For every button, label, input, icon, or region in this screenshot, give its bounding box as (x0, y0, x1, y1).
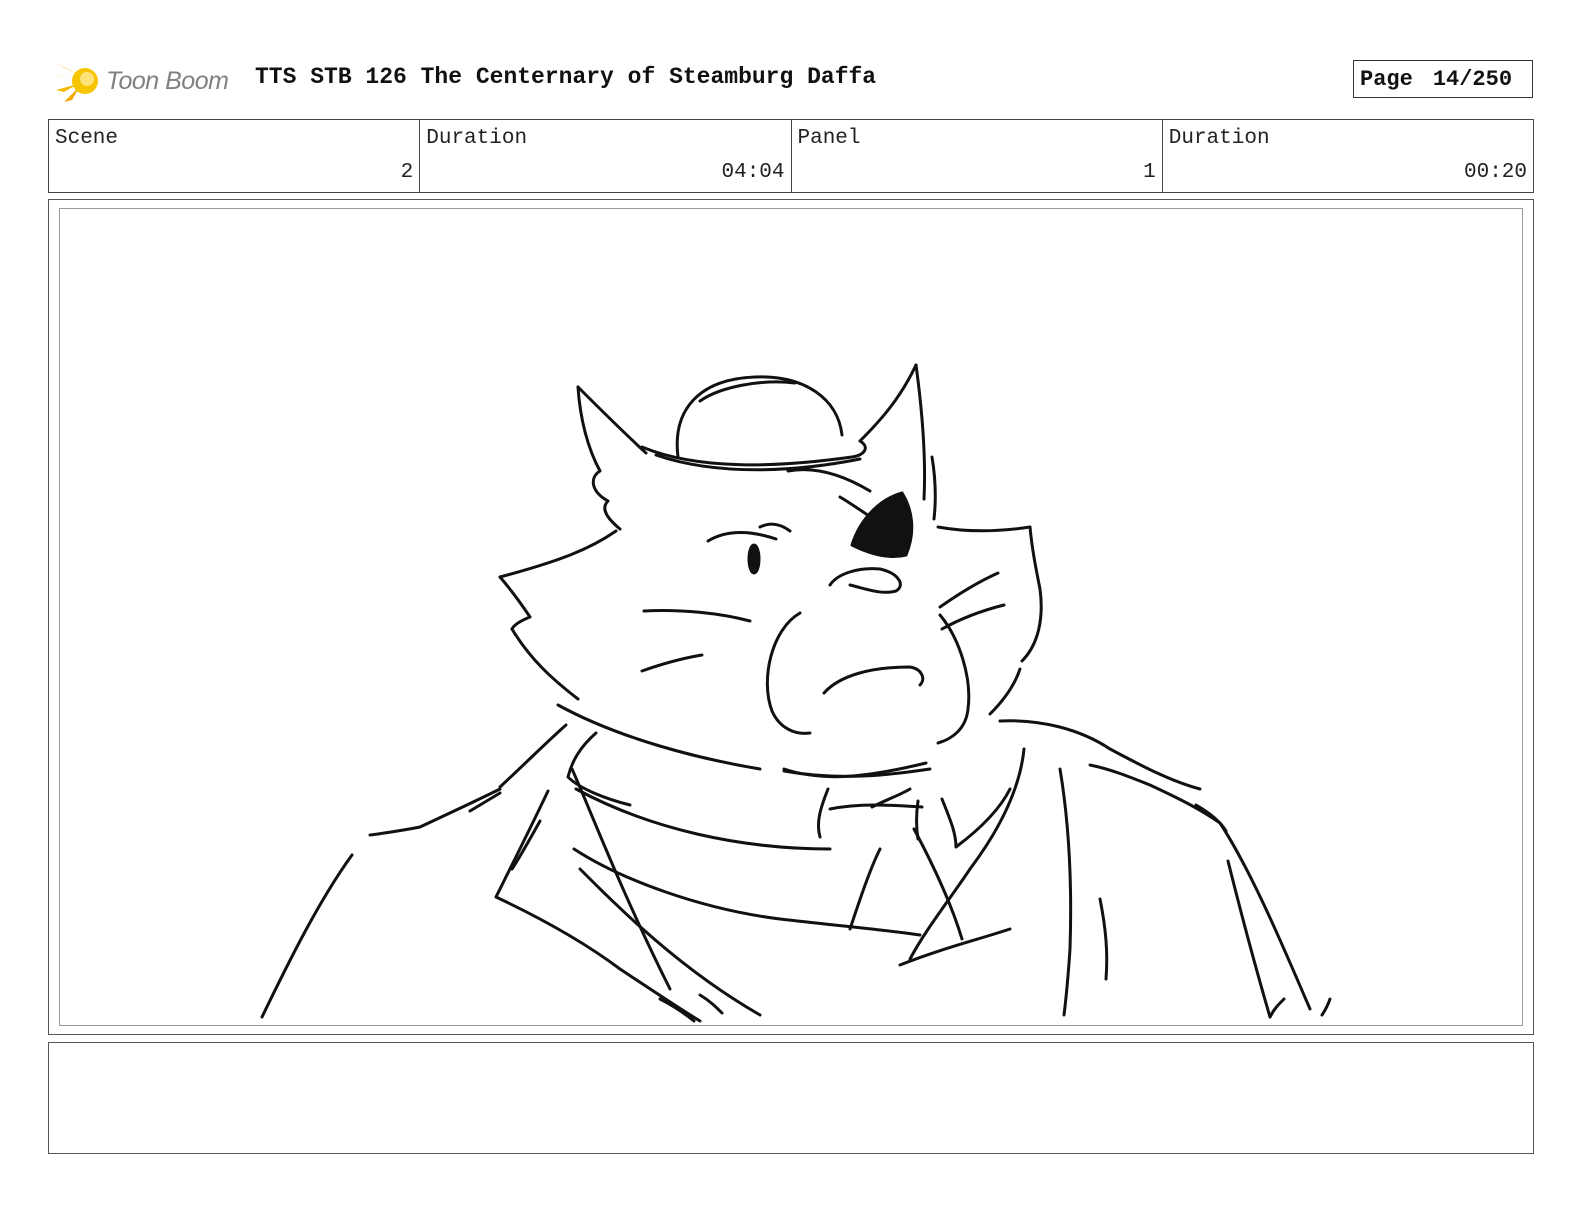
toon-boom-star-icon (52, 62, 98, 102)
panel-notes (48, 1042, 1534, 1154)
panel-duration-value: 00:20 (1463, 161, 1527, 184)
scene-label: Scene (55, 127, 119, 150)
scene-value: 2 (400, 161, 414, 184)
panel-info-row: Scene 2 Duration 04:04 Panel 1 Duration … (48, 119, 1534, 193)
page-number: 14/250 (1432, 66, 1513, 92)
panel-label: Panel (797, 127, 861, 150)
panel-value: 1 (1143, 161, 1156, 184)
panel-drawing-area (59, 208, 1523, 1026)
scene-duration-value: 04:04 (721, 161, 785, 184)
cat-character-sketch (260, 363, 1332, 1023)
page-indicator: Page 14/250 (1353, 60, 1533, 98)
page-label: Page (1360, 66, 1413, 92)
logo-text: Toon Boom (106, 66, 229, 95)
storyboard-title: TTS STB 126 The Centernary of Steamburg … (255, 64, 877, 90)
scene-cell: Scene 2 (49, 120, 421, 192)
panel-duration-label: Duration (1168, 127, 1270, 150)
panel-duration-cell: Duration 00:20 (1163, 120, 1533, 192)
toon-boom-logo: Toon Boom (52, 56, 242, 106)
scene-duration-label: Duration (426, 127, 528, 150)
panel-frame (48, 199, 1534, 1035)
panel-cell: Panel 1 (792, 120, 1163, 192)
scene-duration-cell: Duration 04:04 (420, 120, 792, 192)
